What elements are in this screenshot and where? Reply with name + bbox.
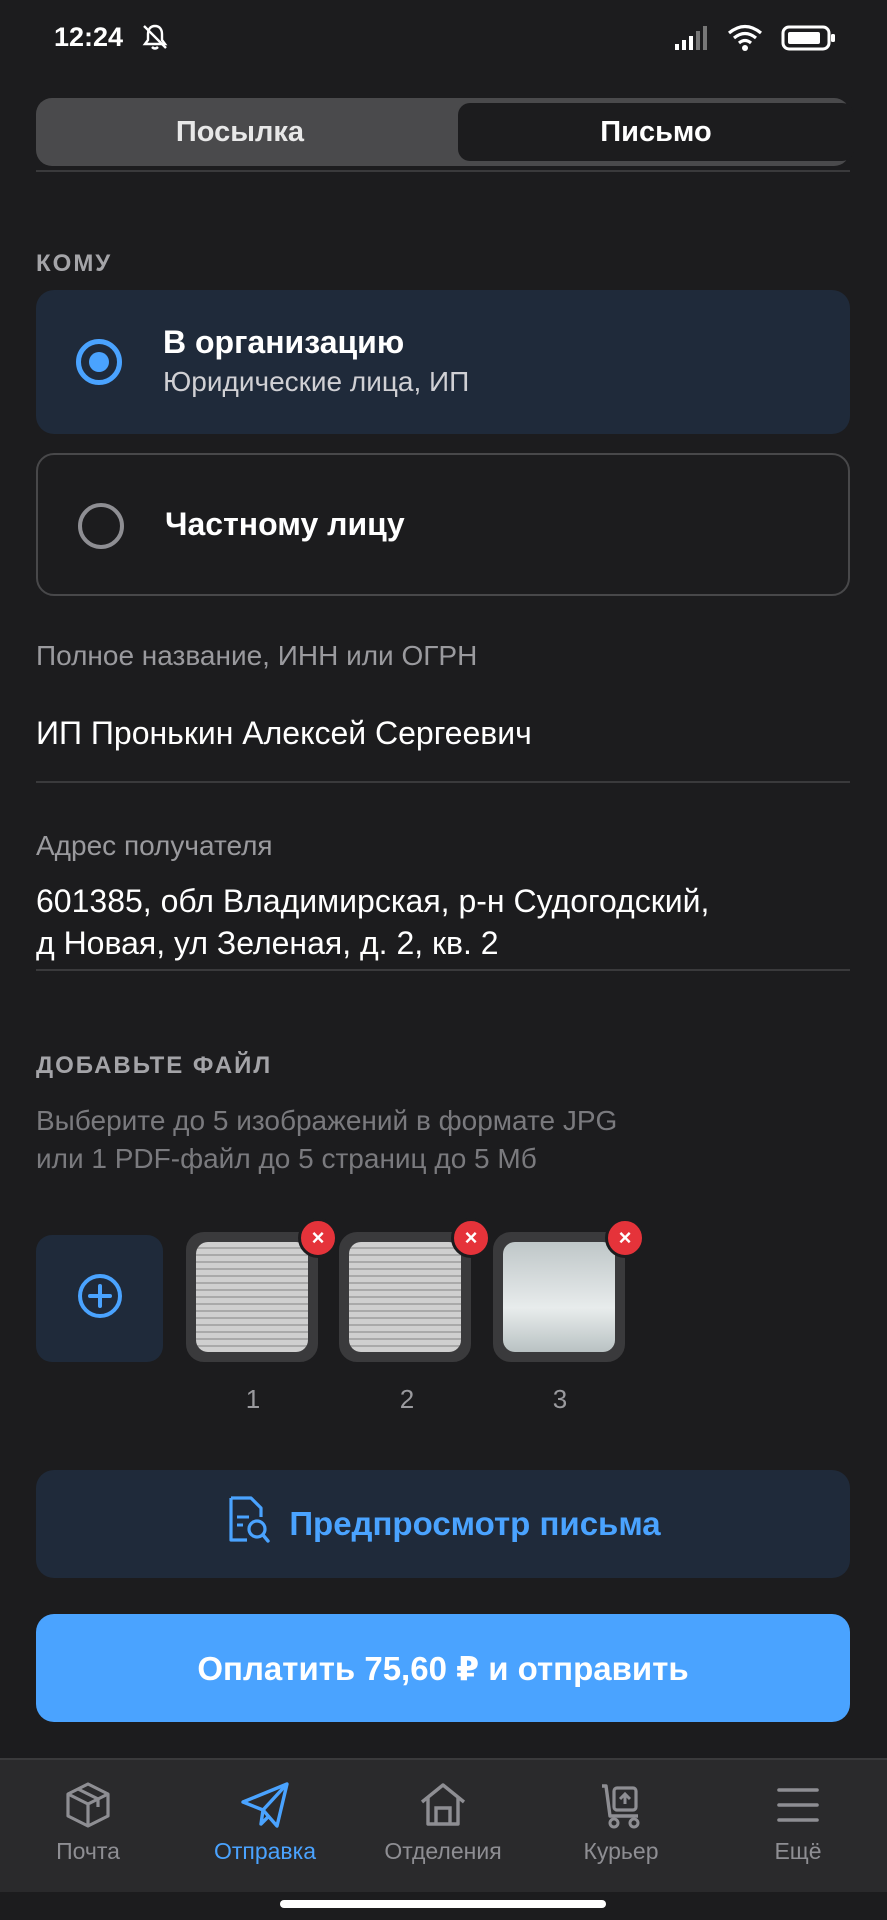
radio-selected-icon[interactable]	[76, 339, 122, 385]
files-section-label: ДОБАВЬТЕ ФАЙЛ	[36, 1052, 273, 1079]
package-icon	[8, 1780, 168, 1830]
files-hint-line1: Выберите до 5 изображений в формате JPG	[36, 1105, 618, 1136]
document-photo	[503, 1242, 615, 1352]
recipient-name-field[interactable]: ИП Пронькин Алексей Сергеевич	[36, 712, 532, 754]
document-search-icon	[225, 1495, 271, 1553]
plus-circle-icon	[76, 1272, 124, 1325]
recipient-option-private[interactable]: Частному лицу	[36, 453, 850, 596]
file-number: 1	[245, 1384, 261, 1414]
file-number: 3	[552, 1384, 568, 1414]
status-bar: 12:24	[0, 0, 887, 80]
preview-letter-button[interactable]: Предпросмотр письма	[36, 1470, 850, 1578]
home-indicator[interactable]	[280, 1900, 606, 1908]
house-icon	[363, 1780, 523, 1830]
remove-file-icon[interactable]: ×	[605, 1218, 645, 1258]
recipient-address-label: Адрес получателя	[36, 830, 273, 861]
shipment-type-toggle: Посылка Письмо	[36, 98, 854, 166]
file-number: 2	[399, 1384, 415, 1414]
recipient-address-line1[interactable]: 601385, обл Владимирская, р-н Судогодски…	[36, 880, 709, 922]
remove-file-icon[interactable]: ×	[451, 1218, 491, 1258]
tab-more[interactable]: Ещё	[718, 1780, 878, 1865]
status-time: 12:24	[54, 22, 124, 52]
recipient-address-underline	[36, 969, 850, 971]
radio-unselected-icon[interactable]	[78, 503, 124, 549]
tab-offices-label: Отделения	[384, 1838, 502, 1864]
signal-icon	[675, 26, 709, 55]
tab-mail-label: Почта	[56, 1838, 120, 1864]
courier-cart-icon	[541, 1780, 701, 1830]
bell-muted-icon	[140, 22, 170, 57]
tab-offices[interactable]: Отделения	[363, 1780, 523, 1865]
tab-send-label: Отправка	[213, 1838, 317, 1864]
tab-more-label: Ещё	[774, 1838, 822, 1864]
add-file-button[interactable]	[36, 1235, 163, 1362]
tab-letter[interactable]: Письмо	[458, 103, 854, 161]
option-organization-subtitle: Юридические лица, ИП	[163, 366, 470, 397]
recipient-address-line2[interactable]: д Новая, ул Зеленая, д. 2, кв. 2	[36, 922, 499, 964]
send-icon	[185, 1780, 345, 1830]
tab-send[interactable]: Отправка	[185, 1780, 345, 1865]
file-thumbnail[interactable]	[493, 1232, 625, 1362]
battery-icon	[781, 24, 837, 57]
tab-mail[interactable]: Почта	[8, 1780, 168, 1865]
file-thumbnail[interactable]	[186, 1232, 318, 1362]
preview-letter-label: Предпросмотр письма	[289, 1505, 661, 1542]
pay-and-send-button[interactable]: Оплатить 75,60 ₽ и отправить	[36, 1614, 850, 1722]
option-organization-title: В организацию	[163, 324, 405, 360]
recipient-name-underline	[36, 781, 850, 783]
menu-icon	[718, 1780, 878, 1830]
files-hint: Выберите до 5 изображений в формате JPG …	[36, 1102, 836, 1178]
tab-parcel[interactable]: Посылка	[42, 103, 438, 161]
option-private-title: Частному лицу	[165, 506, 405, 542]
file-thumbnail[interactable]	[339, 1232, 471, 1362]
document-photo	[349, 1242, 461, 1352]
bottom-tab-bar: Почта Отправка Отделения Курьер Ещё	[0, 1758, 887, 1892]
tab-courier[interactable]: Курьер	[541, 1780, 701, 1865]
recipient-name-label: Полное название, ИНН или ОГРН	[36, 640, 478, 671]
tab-courier-label: Курьер	[583, 1838, 659, 1864]
recipient-section-label: КОМУ	[36, 250, 113, 277]
document-photo	[196, 1242, 308, 1352]
divider	[36, 170, 850, 172]
remove-file-icon[interactable]: ×	[298, 1218, 338, 1258]
recipient-option-organization[interactable]: В организацию Юридические лица, ИП	[36, 290, 850, 434]
files-hint-line2: или 1 PDF-файл до 5 страниц до 5 Мб	[36, 1143, 537, 1174]
wifi-icon	[727, 24, 763, 57]
